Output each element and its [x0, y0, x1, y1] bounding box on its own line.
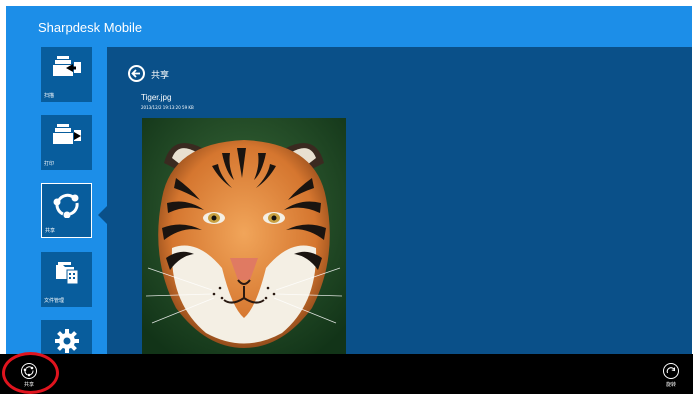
rotate-button-label: 旋转 — [665, 382, 676, 388]
sidebar-item-label: 打印 — [44, 161, 55, 167]
share-button-label: 共享 — [23, 382, 34, 388]
tiger-photo — [142, 118, 346, 354]
sidebar-item-label: 文件管理 — [44, 298, 65, 304]
image-preview — [142, 118, 346, 354]
sidebar-item-scan[interactable]: 扫描 — [41, 47, 92, 102]
share-app-bar-button[interactable]: 共享 — [19, 363, 39, 388]
back-button[interactable] — [128, 65, 145, 82]
page-title: 共享 — [151, 71, 170, 81]
sidebar-item-label: 共享 — [45, 228, 56, 234]
selection-pointer — [98, 206, 107, 224]
share-icon — [21, 363, 37, 379]
sidebar-item-settings[interactable] — [41, 320, 92, 354]
sidebar-item-label: 扫描 — [44, 93, 55, 99]
file-manage-icon — [41, 259, 92, 285]
sidebar-item-print[interactable]: 打印 — [41, 115, 92, 170]
sidebar-item-share[interactable]: 共享 — [41, 183, 92, 238]
settings-gear-icon — [41, 328, 92, 354]
content-panel: 共享 Tiger.jpg 2013/12/2 19:13:20 59 KB — [107, 47, 692, 354]
app-title: Sharpdesk Mobile — [38, 20, 143, 35]
app-bar: 共享 旋转 — [0, 354, 693, 394]
scan-icon — [41, 54, 92, 78]
app-window: Sharpdesk Mobile 扫描 打印 共享 文件管理 共享 Tiger.… — [6, 6, 692, 354]
file-name: Tiger.jpg — [141, 93, 172, 102]
file-meta: 2013/12/2 19:13:20 59 KB — [141, 105, 194, 110]
rotate-button[interactable]: 旋转 — [661, 363, 681, 388]
rotate-icon — [663, 363, 679, 379]
print-icon — [41, 122, 92, 146]
sidebar-item-file-management[interactable]: 文件管理 — [41, 252, 92, 307]
share-icon — [42, 192, 91, 218]
back-arrow-icon — [131, 69, 140, 78]
